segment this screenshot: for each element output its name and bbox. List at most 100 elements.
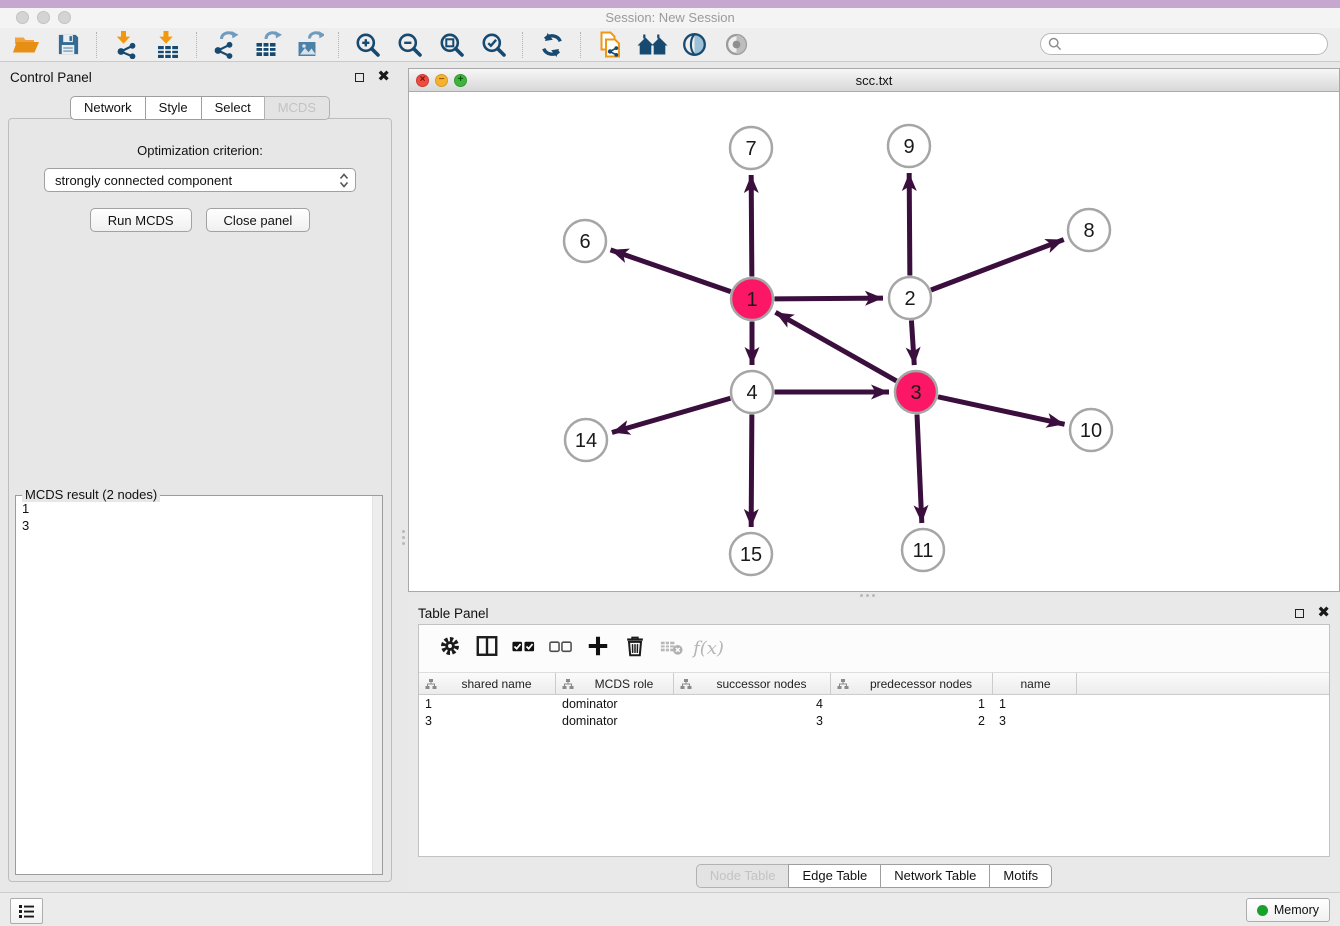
network-window-title: scc.txt — [409, 73, 1339, 88]
close-panel-icon[interactable]: ✖ — [377, 72, 390, 82]
criterion-dropdown-value: strongly connected component — [55, 173, 232, 188]
graph-node-9[interactable]: 9 — [888, 125, 930, 167]
import-table-button[interactable] — [150, 30, 186, 60]
table-tab-network-table[interactable]: Network Table — [880, 864, 990, 888]
tab-style[interactable]: Style — [145, 96, 202, 120]
home-button[interactable] — [634, 30, 670, 60]
table-tab-node-table[interactable]: Node Table — [696, 864, 790, 888]
table-cell[interactable]: 3 — [419, 714, 556, 728]
graph-edge-4-15[interactable] — [751, 414, 752, 527]
table-settings-button[interactable] — [431, 634, 468, 664]
deselect-all-rows-button[interactable] — [542, 634, 579, 664]
refresh-button[interactable] — [534, 30, 570, 60]
task-history-button[interactable] — [10, 898, 43, 924]
graph-node-7[interactable]: 7 — [730, 127, 772, 169]
save-session-button[interactable] — [50, 30, 86, 60]
select-all-rows-button[interactable] — [505, 634, 542, 664]
add-column-button[interactable] — [579, 634, 616, 664]
graph-edge-3-10[interactable] — [938, 397, 1065, 424]
table-cell[interactable]: 3 — [993, 714, 1077, 728]
search-input[interactable] — [1062, 35, 1327, 53]
table-tab-bar: Node TableEdge TableNetwork TableMotifs — [408, 864, 1340, 888]
graph-node-3[interactable]: 3 — [895, 371, 937, 413]
graph-edge-1-6[interactable] — [611, 250, 731, 292]
column-header-name[interactable]: name — [993, 673, 1077, 694]
close-table-panel-icon[interactable]: ✖ — [1317, 608, 1330, 618]
table-cell[interactable]: dominator — [556, 697, 674, 711]
float-table-panel-icon[interactable] — [1295, 609, 1304, 618]
vertical-splitter[interactable] — [400, 62, 408, 892]
zoom-fit-button[interactable] — [434, 30, 470, 60]
column-header-mcds-role[interactable]: MCDS role — [556, 673, 674, 694]
mcds-result-content[interactable]: 13 — [16, 498, 372, 874]
search-box[interactable] — [1040, 33, 1328, 55]
network-window-titlebar[interactable]: ×−+ scc.txt — [409, 69, 1339, 92]
delete-column-button[interactable] — [616, 634, 653, 664]
graph-node-14[interactable]: 14 — [565, 419, 607, 461]
column-header-successor-nodes[interactable]: successor nodes — [674, 673, 831, 694]
table-cell[interactable]: 1 — [993, 697, 1077, 711]
tab-select[interactable]: Select — [201, 96, 265, 120]
svg-text:8: 8 — [1083, 220, 1094, 242]
run-mcds-button[interactable]: Run MCDS — [90, 208, 192, 232]
table-rows: 1dominator4113dominator323 — [419, 695, 1329, 729]
graph-edge-1-2[interactable] — [774, 298, 883, 299]
graph-edge-4-14[interactable] — [612, 398, 730, 432]
graph-edge-2-8[interactable] — [931, 240, 1064, 290]
table-tab-edge-table[interactable]: Edge Table — [788, 864, 881, 888]
mcds-result-box: MCDS result (2 nodes) 13 — [15, 495, 383, 875]
graph-edge-3-11[interactable] — [917, 414, 922, 523]
tab-network[interactable]: Network — [70, 96, 146, 120]
table-cell[interactable]: 1 — [419, 697, 556, 711]
graph-edge-2-9[interactable] — [909, 173, 910, 276]
zoom-in-button[interactable] — [350, 30, 386, 60]
column-header-predecessor-nodes[interactable]: predecessor nodes — [831, 673, 993, 694]
graph-node-11[interactable]: 11 — [902, 529, 944, 571]
close-panel-button[interactable]: Close panel — [206, 208, 311, 232]
graph-node-4[interactable]: 4 — [731, 371, 773, 413]
table-cell[interactable]: 2 — [831, 714, 993, 728]
graph-edge-1-7[interactable] — [751, 175, 752, 277]
graph-node-15[interactable]: 15 — [730, 533, 772, 575]
tab-mcds[interactable]: MCDS — [264, 96, 330, 120]
svg-text:4: 4 — [746, 382, 757, 404]
graph-edge-2-3[interactable] — [911, 320, 914, 365]
memory-button[interactable]: Memory — [1246, 898, 1330, 922]
graph-node-6[interactable]: 6 — [564, 220, 606, 262]
graph-node-2[interactable]: 2 — [889, 277, 931, 319]
toggle-columns-button[interactable] — [468, 634, 505, 664]
zoom-selected-button[interactable] — [476, 30, 512, 60]
node-table: f(x) shared nameMCDS rolesuccessor nodes… — [418, 624, 1330, 857]
column-type-icon — [837, 678, 849, 690]
table-cell[interactable]: 1 — [831, 697, 993, 711]
graph-node-10[interactable]: 10 — [1070, 409, 1112, 451]
table-cell[interactable]: 3 — [674, 714, 831, 728]
graph-edge-3-1[interactable] — [775, 312, 896, 381]
table-panel: Table Panel ✖ f(x) shared nameMCDS roles… — [408, 598, 1340, 890]
vizmapper-button[interactable] — [676, 30, 712, 60]
table-row[interactable]: 3dominator323 — [419, 712, 1329, 729]
graph-node-1[interactable]: 1 — [731, 278, 773, 320]
table-cell[interactable]: dominator — [556, 714, 674, 728]
memory-label: Memory — [1274, 903, 1319, 917]
export-table-button[interactable] — [250, 30, 286, 60]
svg-text:15: 15 — [740, 544, 762, 566]
export-image-button[interactable] — [292, 30, 328, 60]
network-canvas[interactable]: 7 9 6 8 1 2 4 3 14 10 15 11 — [409, 92, 1339, 592]
float-panel-icon[interactable] — [355, 73, 364, 82]
column-header-shared-name[interactable]: shared name — [419, 673, 556, 694]
graph-node-8[interactable]: 8 — [1068, 209, 1110, 251]
zoom-out-button[interactable] — [392, 30, 428, 60]
zoom-fit-icon — [439, 32, 465, 58]
svg-text:10: 10 — [1080, 420, 1102, 442]
clone-network-button[interactable] — [592, 30, 628, 60]
table-tab-motifs[interactable]: Motifs — [989, 864, 1052, 888]
export-network-button[interactable] — [208, 30, 244, 60]
import-network-button[interactable] — [108, 30, 144, 60]
result-scrollbar[interactable] — [372, 496, 382, 874]
table-cell[interactable]: 4 — [674, 697, 831, 711]
control-panel-tab-bar: NetworkStyleSelectMCDS — [0, 96, 400, 120]
table-row[interactable]: 1dominator411 — [419, 695, 1329, 712]
open-session-button[interactable] — [8, 30, 44, 60]
criterion-dropdown[interactable]: strongly connected component — [44, 168, 356, 192]
